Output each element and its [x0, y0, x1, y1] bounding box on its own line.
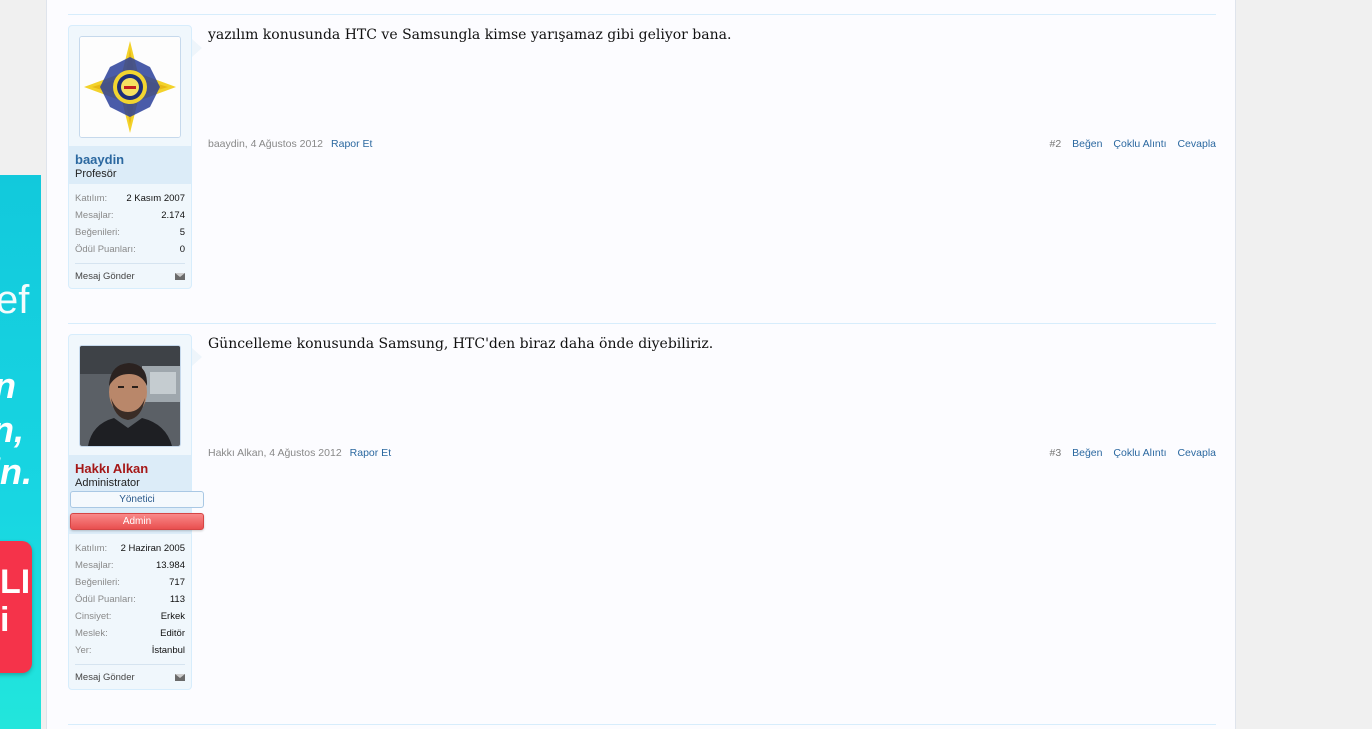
user-stats: Katılım: 2 Kasım 2007 Mesajlar: 2.174 Be…: [69, 184, 191, 258]
stat-label: Yer:: [75, 645, 92, 656]
stat-label: Mesajlar:: [75, 210, 114, 221]
stat-value: 2 Haziran 2005: [120, 543, 185, 554]
message-body: yazılım konusunda HTC ve Samsungla kimse…: [208, 27, 732, 43]
report-link[interactable]: Rapor Et: [350, 447, 391, 459]
author-date-link[interactable]: baaydin, 4 Ağustos 2012: [208, 138, 323, 150]
message-meta: baaydin, 4 Ağustos 2012 Rapor Et #2 Beğen…: [208, 138, 1216, 150]
stat-likes: Beğenileri: 717: [75, 574, 185, 591]
post-divider: [68, 14, 1216, 15]
user-stats: Katılım: 2 Haziran 2005 Mesajlar: 13.984…: [69, 534, 191, 659]
stat-label: Beğenileri:: [75, 577, 120, 588]
stat-value: Erkek: [160, 611, 185, 622]
stat-join-date: Katılım: 2 Kasım 2007: [75, 190, 185, 207]
post-number-link[interactable]: #3: [1050, 447, 1062, 459]
stat-messages: Mesajlar: 2.174: [75, 207, 185, 224]
stat-label: Mesajlar:: [75, 560, 114, 571]
stat-label: Cinsiyet:: [75, 611, 112, 622]
user-info-card: Hakkı Alkan Administrator Yönetici Admin…: [68, 334, 204, 690]
stat-trophy-points: Ödül Puanları: 0: [75, 241, 185, 258]
stat-messages: Mesajlar: 13.984: [75, 557, 185, 574]
ad-cta-text: i: [0, 601, 10, 639]
admin-banner: Admin: [70, 513, 204, 530]
stat-gender: Cinsiyet: Erkek: [75, 608, 185, 625]
stat-value[interactable]: 0: [180, 244, 185, 255]
stat-value[interactable]: İstanbul: [152, 645, 185, 656]
like-link[interactable]: Beğen: [1072, 138, 1102, 150]
like-link[interactable]: Beğen: [1072, 447, 1102, 459]
speech-arrow: [192, 39, 202, 57]
avatar-emblem-image: [80, 37, 180, 137]
message-post: baaydin Profesör Katılım: 2 Kasım 2007 M…: [68, 25, 1216, 295]
report-link[interactable]: Rapor Et: [331, 138, 372, 150]
envelope-icon: [175, 673, 185, 681]
stat-value[interactable]: 13.984: [156, 560, 185, 571]
stat-trophy-points: Ödül Puanları: 113: [75, 591, 185, 608]
moderator-banner: Yönetici: [70, 491, 204, 508]
username-link[interactable]: baaydin: [75, 152, 185, 167]
stat-label: Katılım:: [75, 543, 108, 554]
stat-value: 717: [169, 577, 185, 588]
stat-likes: Beğenileri: 5: [75, 224, 185, 241]
ad-text-line: in.: [0, 451, 32, 492]
ad-text-line: n,: [0, 409, 24, 450]
user-title: Profesör: [75, 168, 117, 180]
multi-quote-link[interactable]: Çoklu Alıntı: [1113, 138, 1166, 150]
avatar[interactable]: [79, 345, 181, 447]
ad-cta-button[interactable]: LI i: [0, 541, 32, 673]
post-number-link[interactable]: #2: [1050, 138, 1062, 150]
send-message-link[interactable]: Mesaj Gönder: [75, 664, 185, 689]
author-date-link[interactable]: Hakkı Alkan, 4 Ağustos 2012: [208, 447, 342, 459]
stat-join-date: Katılım: 2 Haziran 2005: [75, 540, 185, 557]
stat-label: Meslek:: [75, 628, 108, 639]
envelope-icon: [175, 272, 185, 280]
stat-value: 2 Kasım 2007: [126, 193, 185, 204]
stat-value[interactable]: 2.174: [161, 210, 185, 221]
message-body: Güncelleme konusunda Samsung, HTC'den bi…: [208, 336, 714, 352]
speech-arrow: [192, 348, 202, 366]
thread-content: baaydin Profesör Katılım: 2 Kasım 2007 M…: [46, 0, 1236, 729]
avatar[interactable]: [79, 36, 181, 138]
side-advertisement[interactable]: ef n n, in. LI i: [0, 175, 41, 729]
multi-quote-link[interactable]: Çoklu Alıntı: [1113, 447, 1166, 459]
message-meta: Hakkı Alkan, 4 Ağustos 2012 Rapor Et #3 B…: [208, 447, 1216, 459]
username-link[interactable]: Hakkı Alkan: [75, 461, 185, 476]
user-title: Administrator: [75, 477, 140, 489]
send-message-label: Mesaj Gönder: [75, 671, 135, 683]
user-info-card: baaydin Profesör Katılım: 2 Kasım 2007 M…: [68, 25, 192, 289]
stat-label: Ödül Puanları:: [75, 244, 136, 255]
stat-value[interactable]: 113: [170, 594, 185, 605]
stat-label: Katılım:: [75, 193, 108, 204]
stat-label: Beğenileri:: [75, 227, 120, 238]
reply-link[interactable]: Cevapla: [1177, 447, 1216, 459]
message-post: Hakkı Alkan Administrator Yönetici Admin…: [68, 334, 1216, 696]
post-divider: [68, 724, 1216, 725]
stat-location: Yer: İstanbul: [75, 642, 185, 659]
stat-value: Editör: [160, 628, 185, 639]
reply-link[interactable]: Cevapla: [1177, 138, 1216, 150]
ad-text-line: ef: [0, 278, 30, 322]
send-message-label: Mesaj Gönder: [75, 270, 135, 282]
post-divider: [68, 323, 1216, 324]
ad-text-line: n: [0, 365, 16, 407]
ad-cta-text: LI: [0, 563, 31, 601]
stat-value: 5: [179, 227, 185, 238]
stat-occupation: Meslek: Editör: [75, 625, 185, 642]
stat-label: Ödül Puanları:: [75, 594, 136, 605]
avatar-photo-image: [80, 346, 180, 446]
send-message-link[interactable]: Mesaj Gönder: [75, 263, 185, 288]
